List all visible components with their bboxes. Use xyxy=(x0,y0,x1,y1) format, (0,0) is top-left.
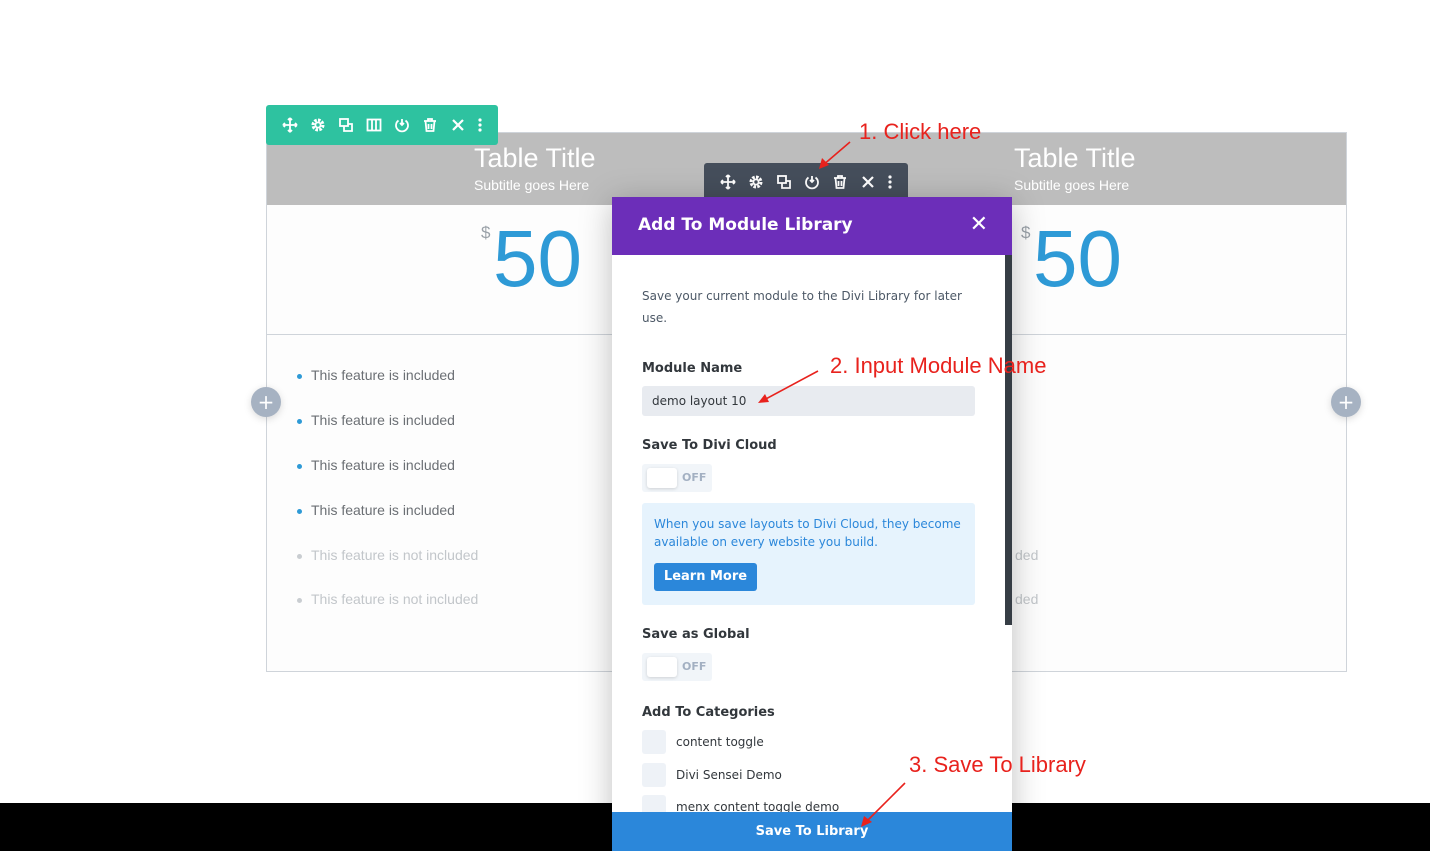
modal-description: Save your current module to the Divi Lib… xyxy=(642,289,962,325)
duplicate-icon[interactable] xyxy=(332,111,360,139)
category-checkbox[interactable] xyxy=(642,730,666,754)
columns-icon[interactable] xyxy=(360,111,388,139)
column-1-currency: $ xyxy=(481,223,491,242)
annotation-step1: 1. Click here xyxy=(859,119,982,144)
bullet-icon xyxy=(297,508,302,514)
column-2-currency: $ xyxy=(1021,223,1031,242)
save-to-library-button[interactable]: Save To Library xyxy=(612,812,1012,851)
global-label: Save as Global xyxy=(642,627,750,642)
bullet-icon xyxy=(297,418,302,424)
cloud-toggle[interactable]: OFF xyxy=(642,464,712,492)
bullet-icon xyxy=(297,597,302,603)
module-name-input[interactable] xyxy=(642,386,975,416)
save-to-library-icon[interactable] xyxy=(388,111,416,139)
feature-item-excluded: ded xyxy=(1015,547,1039,563)
category-checkbox[interactable] xyxy=(642,763,666,787)
learn-more-button[interactable]: Learn More xyxy=(654,563,757,591)
close-icon[interactable]: ✕ xyxy=(970,214,988,236)
feature-item: This feature is included xyxy=(297,412,455,428)
annotation-step2: 2. Input Module Name xyxy=(830,353,1047,378)
save-to-library-icon[interactable] xyxy=(798,168,826,196)
column-1-subtitle: Subtitle goes Here xyxy=(474,177,590,193)
column-2-price: 50 xyxy=(1033,214,1122,303)
category-label: content toggle xyxy=(676,735,764,749)
close-icon[interactable] xyxy=(854,168,882,196)
duplicate-icon[interactable] xyxy=(770,168,798,196)
row-toolbar xyxy=(266,105,498,145)
bullet-icon xyxy=(297,463,302,469)
trash-icon[interactable] xyxy=(416,111,444,139)
feature-item: This feature is included xyxy=(297,367,455,383)
close-icon[interactable] xyxy=(444,111,472,139)
bullet-icon xyxy=(297,553,302,559)
feature-item-excluded: ded xyxy=(1015,591,1039,607)
trash-icon[interactable] xyxy=(826,168,854,196)
feature-item-excluded: This feature is not included xyxy=(297,591,478,607)
category-label: Divi Sensei Demo xyxy=(676,768,782,782)
feature-item-excluded: This feature is not included xyxy=(297,547,478,563)
gear-icon[interactable] xyxy=(742,168,770,196)
module-name-label: Module Name xyxy=(642,361,743,376)
builder-canvas: Table Title Subtitle goes Here Table Tit… xyxy=(0,0,1430,851)
modal-title: Add To Module Library xyxy=(638,215,853,235)
add-column-right-button[interactable]: + xyxy=(1331,387,1361,417)
column-1-title: Table Title xyxy=(474,143,596,173)
add-column-left-button[interactable]: + xyxy=(251,387,281,417)
column-2-subtitle: Subtitle goes Here xyxy=(1014,177,1130,193)
cloud-info-text: When you save layouts to Divi Cloud, the… xyxy=(654,517,961,549)
module-toolbar xyxy=(704,163,908,208)
toggle-state: OFF xyxy=(682,660,707,673)
gear-icon[interactable] xyxy=(304,111,332,139)
feature-item: This feature is included xyxy=(297,502,455,518)
toggle-state: OFF xyxy=(682,471,707,484)
move-icon[interactable] xyxy=(276,111,304,139)
move-icon[interactable] xyxy=(714,168,742,196)
column-1-price: 50 xyxy=(493,214,582,303)
modal-header: Add To Module Library ✕ xyxy=(612,197,1012,255)
annotation-step3: 3. Save To Library xyxy=(909,752,1086,777)
more-options-icon[interactable] xyxy=(882,168,898,196)
categories-label: Add To Categories xyxy=(642,705,775,720)
feature-item: This feature is included xyxy=(297,457,455,473)
column-2-title: Table Title xyxy=(1014,143,1136,173)
toggle-knob xyxy=(647,657,677,677)
cloud-info-box: When you save layouts to Divi Cloud, the… xyxy=(642,503,975,605)
bullet-icon xyxy=(297,373,302,379)
cloud-label: Save To Divi Cloud xyxy=(642,438,777,453)
more-options-icon[interactable] xyxy=(472,111,488,139)
global-toggle[interactable]: OFF xyxy=(642,653,712,681)
toggle-knob xyxy=(647,468,677,488)
modal-scrollbar[interactable] xyxy=(1005,255,1012,625)
